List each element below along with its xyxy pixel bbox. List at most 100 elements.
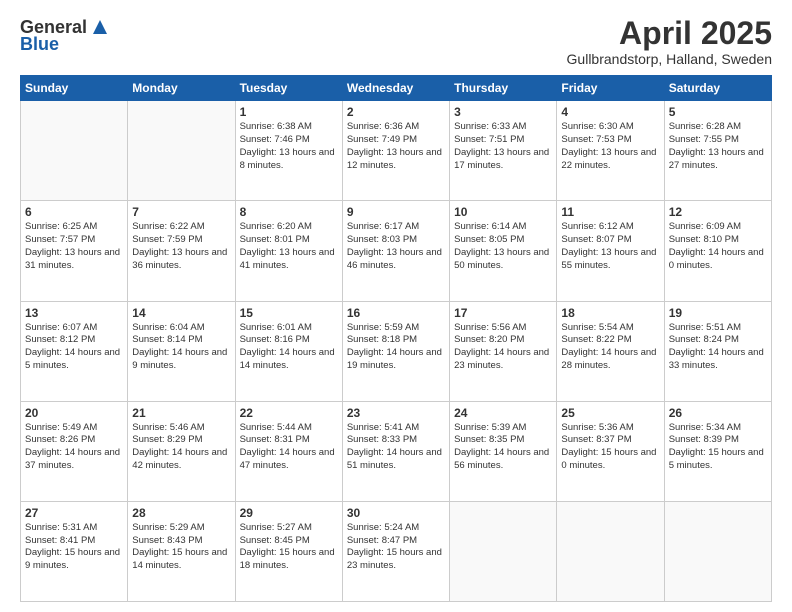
day-info: Sunrise: 6:22 AM Sunset: 7:59 PM Dayligh… (132, 221, 230, 272)
calendar-week-row: 6 Sunrise: 6:25 AM Sunset: 7:57 PM Daylig… (21, 201, 772, 301)
day-info: Sunrise: 6:30 AM Sunset: 7:53 PM Dayligh… (561, 121, 659, 172)
table-row: 15Sunrise: 6:01 AM Sunset: 8:16 PM Dayli… (235, 301, 342, 401)
title-block: April 2025 Gullbrandstorp, Halland, Swed… (567, 16, 772, 67)
col-tuesday: Tuesday (235, 76, 342, 101)
table-row: 17Sunrise: 5:56 AM Sunset: 8:20 PM Dayli… (450, 301, 557, 401)
day-number: 1 (240, 105, 338, 119)
calendar-header-row: Sunday Monday Tuesday Wednesday Thursday… (21, 76, 772, 101)
table-row: 28 Sunrise: 5:29 AM Sunset: 8:43 PM Dayli… (128, 501, 235, 601)
table-row (557, 501, 664, 601)
calendar-table: Sunday Monday Tuesday Wednesday Thursday… (20, 75, 772, 602)
day-number: 23 (347, 406, 445, 420)
day-number: 6 (25, 205, 123, 219)
table-row: 18Sunrise: 5:54 AM Sunset: 8:22 PM Dayli… (557, 301, 664, 401)
table-row: 23 Sunrise: 5:41 AM Sunset: 8:33 PM Dayli… (342, 401, 449, 501)
col-sunday: Sunday (21, 76, 128, 101)
day-number: 30 (347, 506, 445, 520)
day-info: Sunrise: 5:59 AM Sunset: 8:18 PM Dayligh… (347, 322, 445, 373)
day-number: 12 (669, 205, 767, 219)
day-info: Sunrise: 6:38 AM Sunset: 7:46 PM Dayligh… (240, 121, 338, 172)
day-info: Sunrise: 6:20 AM Sunset: 8:01 PM Dayligh… (240, 221, 338, 272)
day-number: 21 (132, 406, 230, 420)
day-number: 27 (25, 506, 123, 520)
logo-icon (89, 16, 111, 38)
day-number: 14 (132, 306, 230, 320)
table-row (664, 501, 771, 601)
col-thursday: Thursday (450, 76, 557, 101)
day-number: 8 (240, 205, 338, 219)
day-number: 5 (669, 105, 767, 119)
table-row: 12 Sunrise: 6:09 AM Sunset: 8:10 PM Dayli… (664, 201, 771, 301)
calendar-week-row: 20Sunrise: 5:49 AM Sunset: 8:26 PM Dayli… (21, 401, 772, 501)
day-info: Sunrise: 6:14 AM Sunset: 8:05 PM Dayligh… (454, 221, 552, 272)
table-row (450, 501, 557, 601)
table-row: 11 Sunrise: 6:12 AM Sunset: 8:07 PM Dayli… (557, 201, 664, 301)
table-row: 6 Sunrise: 6:25 AM Sunset: 7:57 PM Daylig… (21, 201, 128, 301)
col-friday: Friday (557, 76, 664, 101)
day-info: Sunrise: 6:36 AM Sunset: 7:49 PM Dayligh… (347, 121, 445, 172)
table-row (21, 101, 128, 201)
table-row: 14 Sunrise: 6:04 AM Sunset: 8:14 PM Dayli… (128, 301, 235, 401)
table-row (128, 101, 235, 201)
table-row: 20Sunrise: 5:49 AM Sunset: 8:26 PM Dayli… (21, 401, 128, 501)
day-number: 7 (132, 205, 230, 219)
table-row: 19Sunrise: 5:51 AM Sunset: 8:24 PM Dayli… (664, 301, 771, 401)
day-info: Sunrise: 5:39 AM Sunset: 8:35 PM Dayligh… (454, 422, 552, 473)
calendar-week-row: 1 Sunrise: 6:38 AM Sunset: 7:46 PM Daylig… (21, 101, 772, 201)
table-row: 1 Sunrise: 6:38 AM Sunset: 7:46 PM Daylig… (235, 101, 342, 201)
day-info: Sunrise: 6:33 AM Sunset: 7:51 PM Dayligh… (454, 121, 552, 172)
table-row: 5 Sunrise: 6:28 AM Sunset: 7:55 PM Daylig… (664, 101, 771, 201)
table-row: 4 Sunrise: 6:30 AM Sunset: 7:53 PM Daylig… (557, 101, 664, 201)
day-info: Sunrise: 6:28 AM Sunset: 7:55 PM Dayligh… (669, 121, 767, 172)
day-number: 24 (454, 406, 552, 420)
location-title: Gullbrandstorp, Halland, Sweden (567, 51, 772, 67)
day-info: Sunrise: 5:27 AM Sunset: 8:45 PM Dayligh… (240, 522, 338, 573)
day-number: 3 (454, 105, 552, 119)
day-info: Sunrise: 6:17 AM Sunset: 8:03 PM Dayligh… (347, 221, 445, 272)
day-number: 11 (561, 205, 659, 219)
day-number: 4 (561, 105, 659, 119)
calendar-week-row: 13 Sunrise: 6:07 AM Sunset: 8:12 PM Dayli… (21, 301, 772, 401)
day-info: Sunrise: 6:09 AM Sunset: 8:10 PM Dayligh… (669, 221, 767, 272)
table-row: 27 Sunrise: 5:31 AM Sunset: 8:41 PM Dayli… (21, 501, 128, 601)
table-row: 30Sunrise: 5:24 AM Sunset: 8:47 PM Dayli… (342, 501, 449, 601)
day-number: 22 (240, 406, 338, 420)
day-info: Sunrise: 5:34 AM Sunset: 8:39 PM Dayligh… (669, 422, 767, 473)
table-row: 9 Sunrise: 6:17 AM Sunset: 8:03 PM Daylig… (342, 201, 449, 301)
day-number: 26 (669, 406, 767, 420)
table-row: 13 Sunrise: 6:07 AM Sunset: 8:12 PM Dayli… (21, 301, 128, 401)
day-info: Sunrise: 6:04 AM Sunset: 8:14 PM Dayligh… (132, 322, 230, 373)
table-row: 24 Sunrise: 5:39 AM Sunset: 8:35 PM Dayli… (450, 401, 557, 501)
day-info: Sunrise: 5:41 AM Sunset: 8:33 PM Dayligh… (347, 422, 445, 473)
day-number: 16 (347, 306, 445, 320)
day-number: 20 (25, 406, 123, 420)
day-number: 9 (347, 205, 445, 219)
table-row: 7 Sunrise: 6:22 AM Sunset: 7:59 PM Daylig… (128, 201, 235, 301)
day-info: Sunrise: 5:51 AM Sunset: 8:24 PM Dayligh… (669, 322, 767, 373)
day-info: Sunrise: 5:56 AM Sunset: 8:20 PM Dayligh… (454, 322, 552, 373)
table-row: 29Sunrise: 5:27 AM Sunset: 8:45 PM Dayli… (235, 501, 342, 601)
table-row: 16 Sunrise: 5:59 AM Sunset: 8:18 PM Dayli… (342, 301, 449, 401)
day-info: Sunrise: 5:44 AM Sunset: 8:31 PM Dayligh… (240, 422, 338, 473)
table-row: 21 Sunrise: 5:46 AM Sunset: 8:29 PM Dayli… (128, 401, 235, 501)
logo: General Blue (20, 16, 111, 55)
table-row: 2 Sunrise: 6:36 AM Sunset: 7:49 PM Daylig… (342, 101, 449, 201)
day-info: Sunrise: 5:29 AM Sunset: 8:43 PM Dayligh… (132, 522, 230, 573)
col-wednesday: Wednesday (342, 76, 449, 101)
page: General Blue April 2025 Gullbrandstorp, … (0, 0, 792, 612)
header: General Blue April 2025 Gullbrandstorp, … (20, 16, 772, 67)
day-info: Sunrise: 6:12 AM Sunset: 8:07 PM Dayligh… (561, 221, 659, 272)
day-number: 28 (132, 506, 230, 520)
calendar-week-row: 27 Sunrise: 5:31 AM Sunset: 8:41 PM Dayli… (21, 501, 772, 601)
table-row: 26 Sunrise: 5:34 AM Sunset: 8:39 PM Dayli… (664, 401, 771, 501)
table-row: 25Sunrise: 5:36 AM Sunset: 8:37 PM Dayli… (557, 401, 664, 501)
day-info: Sunrise: 5:36 AM Sunset: 8:37 PM Dayligh… (561, 422, 659, 473)
day-number: 13 (25, 306, 123, 320)
day-info: Sunrise: 6:07 AM Sunset: 8:12 PM Dayligh… (25, 322, 123, 373)
day-info: Sunrise: 6:25 AM Sunset: 7:57 PM Dayligh… (25, 221, 123, 272)
table-row: 10Sunrise: 6:14 AM Sunset: 8:05 PM Dayli… (450, 201, 557, 301)
day-number: 2 (347, 105, 445, 119)
day-info: Sunrise: 5:46 AM Sunset: 8:29 PM Dayligh… (132, 422, 230, 473)
day-info: Sunrise: 5:31 AM Sunset: 8:41 PM Dayligh… (25, 522, 123, 573)
table-row: 3 Sunrise: 6:33 AM Sunset: 7:51 PM Daylig… (450, 101, 557, 201)
